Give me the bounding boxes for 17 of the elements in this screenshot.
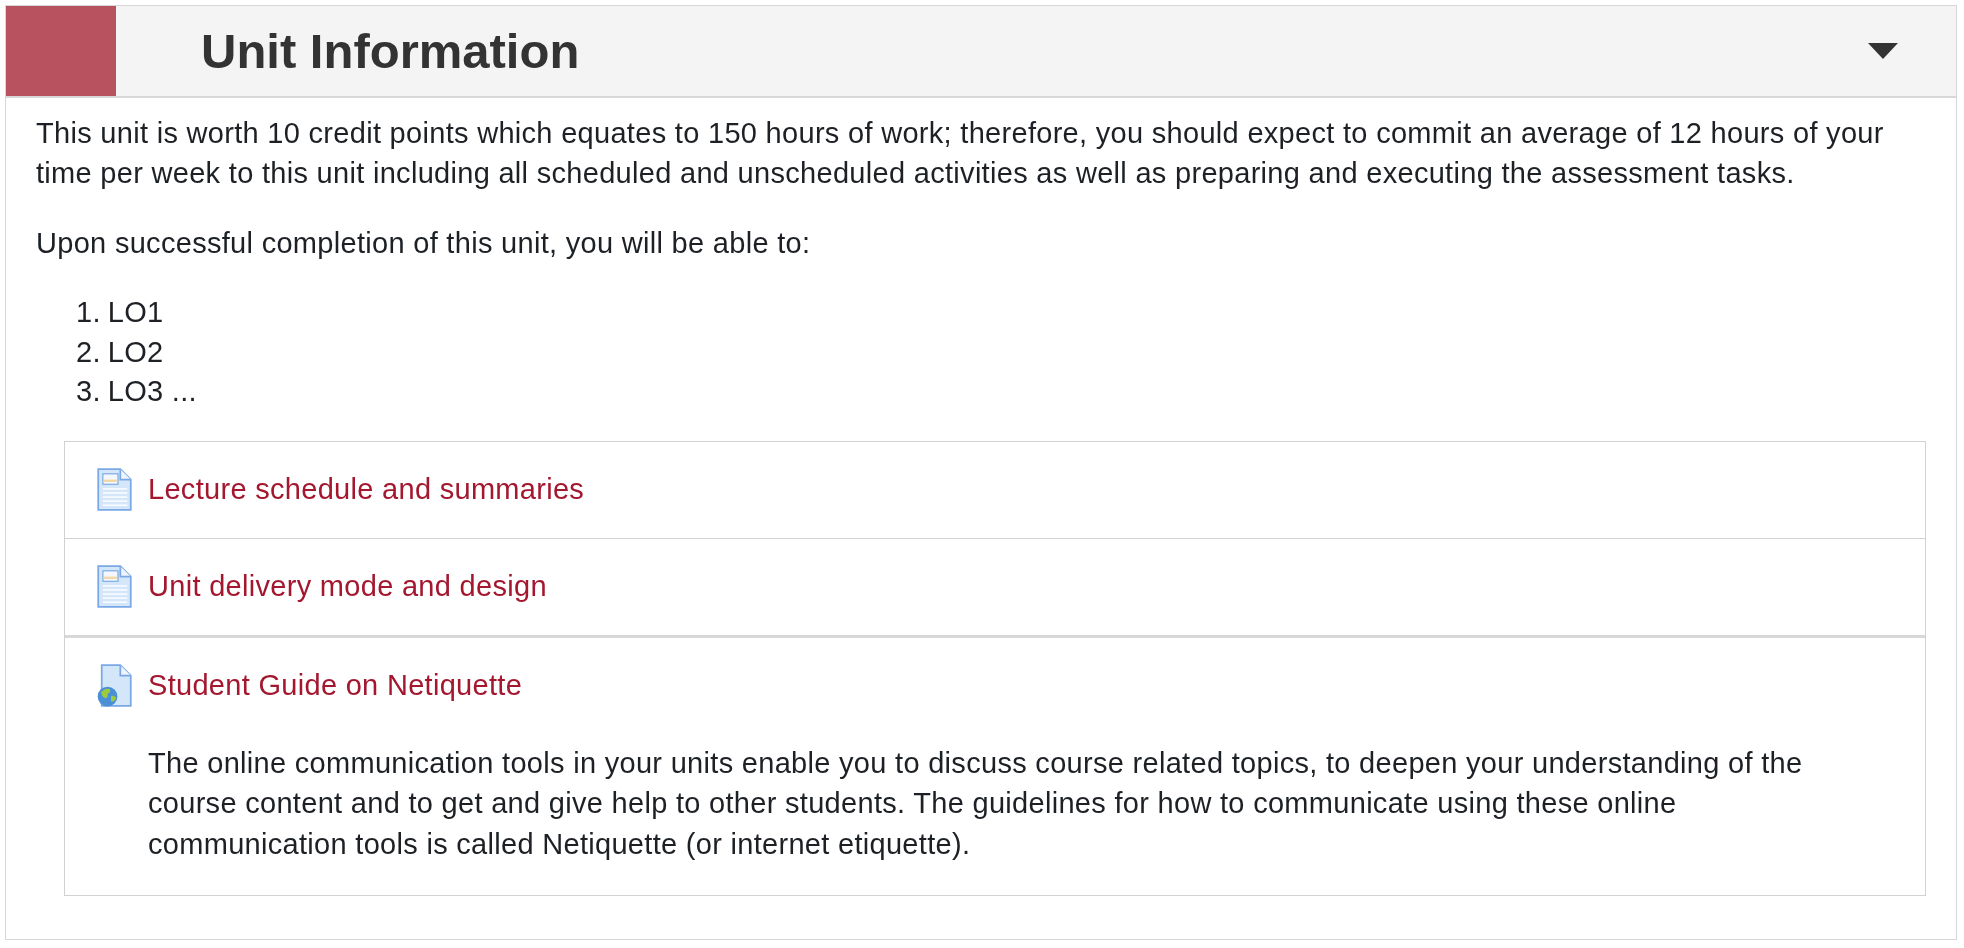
list-number: 3. [76,374,101,409]
activity-link[interactable]: Student Guide on Netiquette [148,665,523,705]
learning-outcome: LO3 ... [107,374,197,409]
document-icon [97,467,132,511]
intro-paragraph: This unit is worth 10 credit points which equates to 150 hours of work; therefore, you should expect to commit an average of 12 hours of your time per week to this unit including all scheduled and unscheduled activities as well as preparing and executing the assessment tasks. [36,116,1885,191]
intro-paragraph: Upon successful completion of this unit, you will be able to: [36,226,812,261]
list-number: 1. [76,295,101,330]
list-number: 2. [76,334,101,370]
activity-link[interactable]: Lecture schedule and summaries [148,469,585,509]
activity-link[interactable]: Unit delivery mode and design [148,566,547,606]
section-title: Unit Information [201,23,581,79]
activity-description: The online communication tools in your units enable you to discuss course related topics, to deepen your understanding of the course content and to get and give help to other students. The guidelines for how to communicate using these online communication tools is called Netiquette (or internet etiquette). [148,745,1804,862]
document-icon [97,564,132,608]
globe-document-icon [97,663,132,707]
learning-outcome: LO2 [107,334,164,370]
learning-outcome: LO1 [107,295,164,330]
caret-icon[interactable] [1868,43,1898,59]
